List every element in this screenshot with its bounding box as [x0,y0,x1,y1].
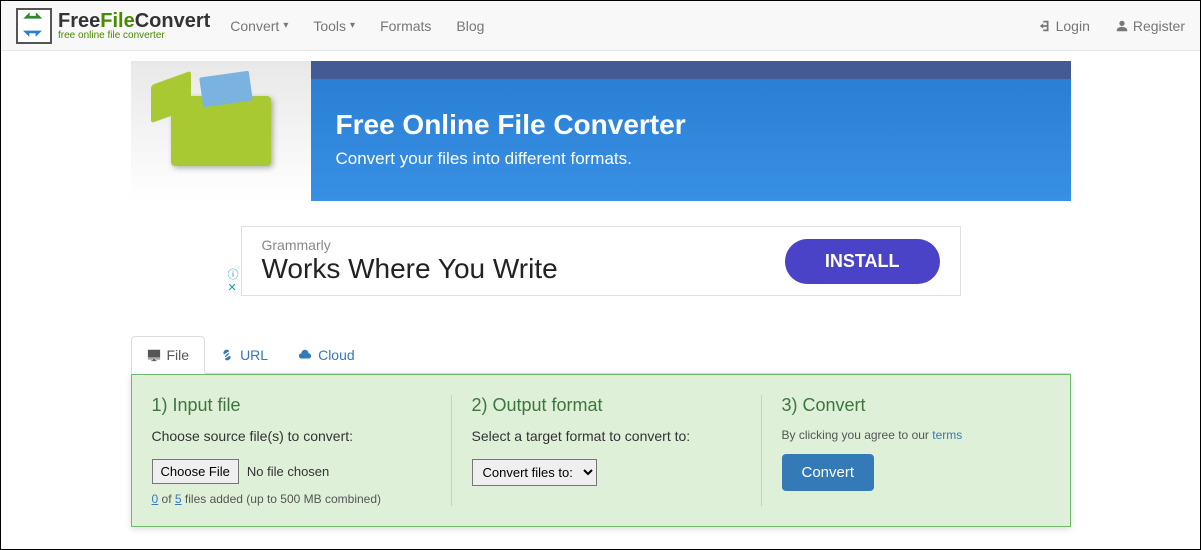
nav-formats[interactable]: Formats [380,18,431,34]
step-input: 1) Input file Choose source file(s) to c… [132,395,452,506]
ad-text: Grammarly Works Where You Write [262,237,785,285]
logo[interactable]: FreeFileConvert free online file convert… [16,8,210,44]
convert-panel: 1) Input file Choose source file(s) to c… [131,374,1071,527]
tabs-container: File URL Cloud 1) Input file Choose sour… [131,336,1071,527]
logo-icon [16,8,52,44]
step2-title: 2) Output format [472,395,741,416]
link-icon [220,348,234,362]
banner: Free Online File Converter Convert your … [131,61,1071,201]
ad-install-button[interactable]: INSTALL [785,239,940,284]
nav-right: Login Register [1038,18,1185,34]
tab-cloud[interactable]: Cloud [283,336,370,373]
user-icon [1115,19,1129,33]
tab-file[interactable]: File [131,336,206,374]
nav-links: Convert▾ Tools▾ Formats Blog [230,18,484,34]
banner-image [131,61,311,201]
step-output: 2) Output format Select a target format … [452,395,762,506]
banner-title: Free Online File Converter [336,109,1046,141]
file-status: 0 of 5 files added (up to 500 MB combine… [152,492,431,506]
step1-title: 1) Input file [152,395,431,416]
nav-register[interactable]: Register [1115,18,1185,34]
ad-brand: Grammarly [262,237,785,253]
terms-link[interactable]: terms [932,428,962,442]
ad-info-icon[interactable]: ⓘ✕ [228,269,239,295]
step2-sub: Select a target format to convert to: [472,428,741,444]
nav-blog[interactable]: Blog [456,18,484,34]
ad-headline: Works Where You Write [262,253,785,285]
step1-sub: Choose source file(s) to convert: [152,428,431,444]
nav-login[interactable]: Login [1038,18,1090,34]
banner-content: Free Online File Converter Convert your … [311,61,1071,201]
desktop-icon [147,348,161,362]
navbar: FreeFileConvert free online file convert… [1,1,1200,51]
step3-title: 3) Convert [782,395,1050,416]
step-convert: 3) Convert By clicking you agree to our … [762,395,1070,506]
cloud-icon [298,348,312,362]
tabs: File URL Cloud [131,336,1071,374]
file-chosen-text: No file chosen [247,464,329,479]
files-max-count[interactable]: 5 [175,492,182,506]
nav-tools[interactable]: Tools▾ [313,18,355,34]
convert-button[interactable]: Convert [782,454,875,491]
ad-banner[interactable]: ⓘ✕ Grammarly Works Where You Write INSTA… [241,226,961,296]
format-select[interactable]: Convert files to: [472,459,597,486]
caret-icon: ▾ [283,20,288,31]
caret-icon: ▾ [350,20,355,31]
nav-convert[interactable]: Convert▾ [230,18,288,34]
login-icon [1038,19,1052,33]
tab-url[interactable]: URL [205,336,283,373]
choose-file-button[interactable]: Choose File [152,459,239,484]
terms-text: By clicking you agree to our terms [782,428,1050,442]
banner-subtitle: Convert your files into different format… [336,149,1046,169]
logo-text: FreeFileConvert free online file convert… [58,11,210,41]
